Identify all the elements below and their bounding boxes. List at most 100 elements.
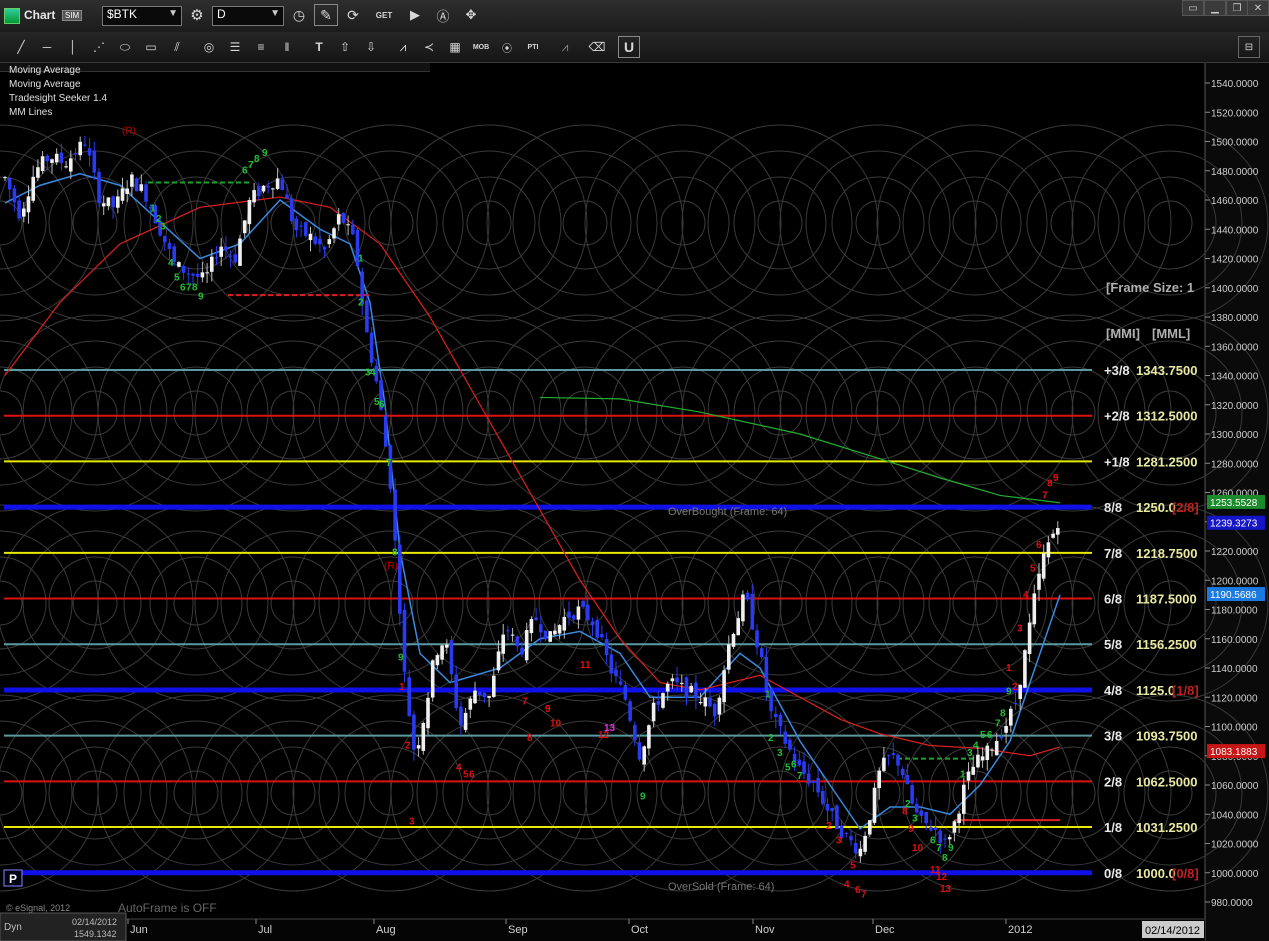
rectangle-icon[interactable]: ▭ bbox=[140, 36, 162, 58]
candle-body bbox=[181, 265, 186, 273]
candle-body bbox=[957, 813, 961, 824]
candle-body bbox=[506, 630, 510, 632]
pti-icon[interactable]: PTI bbox=[522, 36, 544, 58]
candle-body bbox=[228, 255, 233, 257]
trend-line-icon[interactable]: ╱ bbox=[10, 36, 32, 58]
candle-body bbox=[492, 675, 496, 697]
alert-a-icon[interactable]: Ⓐ bbox=[432, 4, 454, 26]
candle-body bbox=[31, 176, 35, 201]
study-mm-lines[interactable]: MM Lines bbox=[9, 107, 52, 118]
pitchfork-icon[interactable]: ⋰ bbox=[88, 36, 110, 58]
fib-time-icon[interactable]: ‖ bbox=[276, 36, 298, 58]
arrow-down-icon[interactable]: ⇩ bbox=[360, 36, 382, 58]
candle-body bbox=[651, 702, 656, 722]
price-chart[interactable]: 1 2 3 4 5 6 7 8 9 6 7 8 9 1 2 3 4 5 6 7 8 9 1 2 4 5 6 3 7 8 9 10 11 12 13 9… bbox=[0, 63, 1269, 941]
cycle-icon[interactable]: ⦿ bbox=[496, 36, 518, 58]
zigzag-icon[interactable]: ⩘ bbox=[554, 36, 576, 58]
candle-body bbox=[994, 740, 999, 756]
channel-icon[interactable]: ⫽ bbox=[166, 36, 188, 58]
candle-body bbox=[125, 188, 129, 194]
price-tick-label: 1120.0000 bbox=[1211, 693, 1258, 704]
price-tick-label: 1360.0000 bbox=[1211, 342, 1259, 353]
toolbar-options-icon[interactable]: ⊟ bbox=[1238, 36, 1260, 58]
candle-body bbox=[604, 639, 609, 656]
price-tick-label: 1060.0000 bbox=[1211, 781, 1259, 792]
crosshair-link-icon[interactable]: ✥ bbox=[460, 4, 482, 26]
interval-settings-icon[interactable]: ⚙ bbox=[186, 4, 208, 26]
seeker-count: 7 bbox=[522, 697, 528, 708]
seeker-count: 9 bbox=[545, 704, 551, 715]
text-tool-icon[interactable]: T bbox=[308, 36, 330, 58]
study-moving-average-2[interactable]: Moving Average bbox=[9, 79, 81, 90]
magnet-icon[interactable]: U bbox=[618, 36, 640, 58]
link-icon[interactable]: ⟳ bbox=[342, 4, 364, 26]
window-restore-icon[interactable]: ❐ bbox=[1226, 0, 1248, 16]
candle-body bbox=[1009, 708, 1013, 726]
candle-body bbox=[590, 621, 595, 626]
mm-level-label: +2/8 bbox=[1104, 409, 1130, 424]
chart-app-icon bbox=[4, 8, 20, 24]
clock-icon[interactable]: ◷ bbox=[288, 4, 310, 26]
candle-body bbox=[980, 756, 985, 761]
arrow-up-icon[interactable]: ⇧ bbox=[334, 36, 356, 58]
chevron-down-icon[interactable]: ▼ bbox=[270, 8, 280, 19]
seeker-count: 3 bbox=[836, 836, 842, 847]
app-label: Chart bbox=[24, 8, 56, 22]
candle-body bbox=[618, 681, 623, 685]
candle-body bbox=[656, 701, 661, 705]
eraser-icon[interactable]: ⌫ bbox=[586, 36, 608, 58]
vertical-line-icon[interactable]: │ bbox=[62, 36, 84, 58]
window-pin-icon[interactable]: ▭ bbox=[1182, 0, 1204, 16]
candle-body bbox=[783, 731, 787, 744]
get-button-icon[interactable]: GET bbox=[372, 4, 396, 26]
symbol-input[interactable]: $BTK ▼ bbox=[102, 6, 182, 26]
price-tick-label: 980.0000 bbox=[1211, 898, 1253, 909]
gann-circle-icon[interactable]: ◎ bbox=[198, 36, 220, 58]
speed-lines-icon[interactable]: ≺ bbox=[418, 36, 440, 58]
seeker-count: 1 bbox=[1006, 663, 1012, 674]
study-moving-average-1[interactable]: Moving Average bbox=[9, 65, 81, 76]
window-close-icon[interactable]: ✕ bbox=[1247, 0, 1269, 16]
seeker-count: 2 bbox=[826, 821, 832, 832]
gann-fan-icon[interactable]: ⩘ bbox=[392, 36, 414, 58]
candle-body bbox=[802, 761, 806, 775]
ellipse-icon[interactable]: ⬭ bbox=[114, 36, 136, 58]
horizontal-line-icon[interactable]: ─ bbox=[36, 36, 58, 58]
price-tick-label: 1180.0000 bbox=[1211, 606, 1258, 617]
price-tick-label: 1300.0000 bbox=[1211, 430, 1259, 441]
candle-body bbox=[623, 685, 628, 700]
candle-body bbox=[54, 153, 59, 163]
window-minimize-icon[interactable]: ▁ bbox=[1204, 0, 1226, 16]
candle-body bbox=[736, 618, 740, 636]
interval-input[interactable]: D ▼ bbox=[212, 6, 284, 26]
p-button-label[interactable]: P bbox=[9, 872, 17, 886]
chevron-down-icon[interactable]: ▼ bbox=[168, 8, 178, 19]
fib-retracement-icon[interactable]: ☰ bbox=[224, 36, 246, 58]
seeker-count: 1 bbox=[765, 689, 771, 700]
candle-body bbox=[285, 194, 289, 199]
candle-body bbox=[304, 222, 308, 236]
candle-body bbox=[900, 768, 905, 776]
candle-body bbox=[788, 739, 792, 750]
seeker-count: 6 bbox=[791, 759, 797, 770]
candle-body bbox=[336, 214, 341, 225]
candle-body bbox=[1023, 650, 1027, 688]
gann-grid-icon[interactable]: ▦ bbox=[444, 36, 466, 58]
seeker-count: 11 bbox=[580, 660, 591, 671]
candle-body bbox=[22, 208, 26, 217]
candle-body bbox=[947, 837, 952, 840]
candle-body bbox=[219, 246, 223, 257]
candle-body bbox=[872, 787, 877, 823]
candle-body bbox=[924, 812, 928, 824]
mob-icon[interactable]: MOB bbox=[470, 36, 492, 58]
candle-body bbox=[247, 200, 252, 225]
time-tick-label: Sep bbox=[508, 924, 528, 936]
seeker-count: 9 bbox=[1053, 473, 1059, 484]
chart-canvas[interactable]: 123456 7 896789123 45 67891245 63789101112139… bbox=[0, 63, 1269, 941]
candle-body bbox=[849, 836, 853, 841]
candle-body bbox=[510, 634, 515, 636]
fib-extension-icon[interactable]: ≡ bbox=[250, 36, 272, 58]
draw-pencil-icon[interactable]: ✎ bbox=[314, 4, 338, 26]
play-icon[interactable]: ▶ bbox=[404, 4, 426, 26]
study-tradesight-seeker[interactable]: Tradesight Seeker 1.4 bbox=[9, 93, 107, 104]
